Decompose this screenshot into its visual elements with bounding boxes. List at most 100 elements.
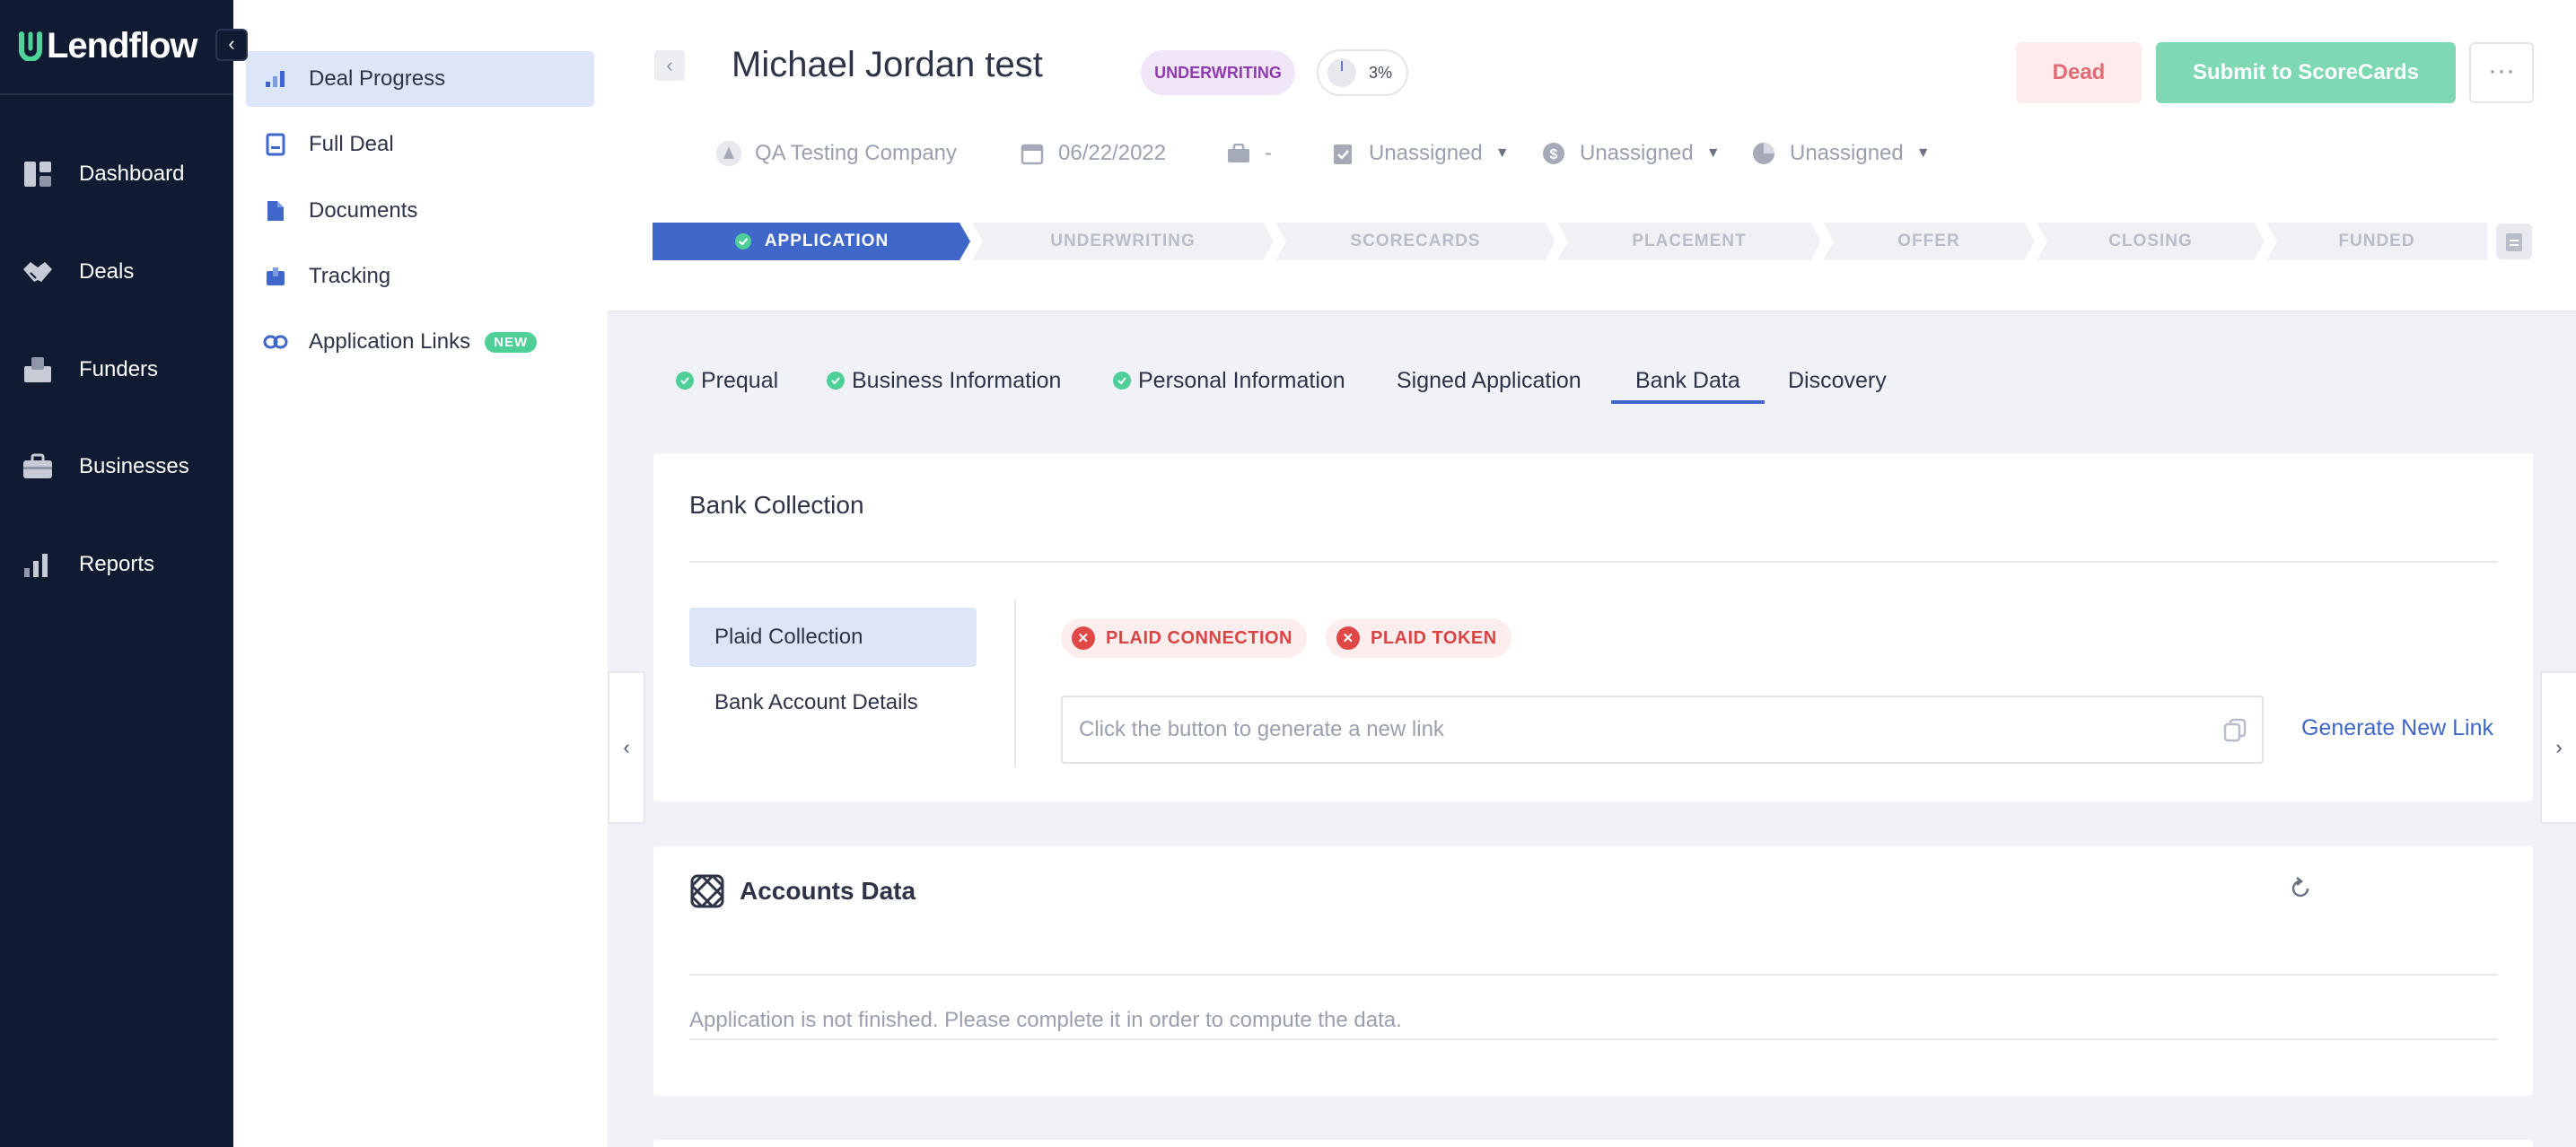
chevron-right-icon: › xyxy=(2555,736,2563,758)
subnav-item-tracking[interactable]: Tracking xyxy=(246,249,594,304)
divider xyxy=(689,561,2497,563)
tab-label: Prequal xyxy=(701,367,779,393)
subnav-item-label: Full Deal xyxy=(309,132,394,156)
nav-item-reports[interactable]: Reports xyxy=(0,538,233,591)
tab-label: Discovery xyxy=(1788,367,1887,393)
page-title: Michael Jordan test xyxy=(732,45,1043,84)
copy-icon[interactable] xyxy=(2222,717,2247,742)
tab-prequal[interactable]: Prequal xyxy=(676,355,778,406)
tab-business-information[interactable]: Business Information xyxy=(827,355,1061,406)
new-badge: NEW xyxy=(485,331,538,353)
assignee-dropdown-1[interactable]: Unassigned ▼ xyxy=(1329,135,1510,172)
funders-icon xyxy=(20,352,56,388)
plaid-connection-status-badge: ✕ PLAID CONNECTION xyxy=(1061,618,1307,658)
lendflow-logo[interactable]: Lendflow xyxy=(18,25,198,66)
briefcase-icon xyxy=(1225,140,1252,167)
next-card-edge xyxy=(653,1140,2533,1147)
nav-item-dashboard[interactable]: Dashboard xyxy=(0,147,233,201)
subnav-item-documents[interactable]: Documents xyxy=(246,183,594,239)
assignee-dropdown-3[interactable]: Unassigned ▼ xyxy=(1750,135,1931,172)
subnav-item-label: Documents xyxy=(309,198,418,223)
link-icon xyxy=(262,328,289,355)
step-scorecards[interactable]: SCORECARDS xyxy=(1275,223,1555,260)
nav-item-label: Dashboard xyxy=(79,162,185,186)
tab-personal-information[interactable]: Personal Information xyxy=(1113,355,1345,406)
brand-name: Lendflow xyxy=(47,25,198,66)
step-label: SCORECARDS xyxy=(1350,232,1481,250)
empty-state-message: Application is not finished. Please comp… xyxy=(689,1008,1402,1032)
assignee-value: Unassigned xyxy=(1580,141,1694,165)
step-closing[interactable]: CLOSING xyxy=(2037,223,2265,260)
tab-discovery[interactable]: Discovery xyxy=(1788,355,1887,406)
assignee-value: Unassigned xyxy=(1369,141,1483,165)
inbox-icon xyxy=(262,263,289,290)
bank-collection-title: Bank Collection xyxy=(689,491,864,519)
back-button[interactable]: ‹ xyxy=(654,50,685,81)
next-section-button[interactable]: › xyxy=(2540,671,2576,824)
deal-subnav: Deal Progress Full Deal Documents Tracki… xyxy=(233,0,608,1147)
status-label: PLAID TOKEN xyxy=(1371,627,1497,648)
dollar-circle-icon: $ xyxy=(1540,140,1567,167)
previous-section-button[interactable]: ‹ xyxy=(608,671,645,824)
submit-to-scorecards-button[interactable]: Submit to ScoreCards xyxy=(2156,42,2456,103)
plaid-token-status-badge: ✕ PLAID TOKEN xyxy=(1326,618,1511,658)
stage-badge: UNDERWRITING xyxy=(1141,50,1295,95)
dashboard-icon xyxy=(20,156,56,192)
deal-header: ‹ Michael Jordan test UNDERWRITING 3% De… xyxy=(608,0,2576,312)
divider xyxy=(1014,599,1016,767)
deal-date: 06/22/2022 xyxy=(1058,141,1167,165)
subnav-item-deal-progress[interactable]: Deal Progress xyxy=(246,51,594,107)
svg-text:$: $ xyxy=(1550,147,1558,162)
tab-label: Signed Application xyxy=(1397,367,1582,393)
subnav-item-application-links[interactable]: Application Links NEW xyxy=(246,314,594,370)
refresh-icon[interactable] xyxy=(2287,875,2314,902)
clipboard-check-icon xyxy=(1329,140,1356,167)
chevron-left-icon: ‹ xyxy=(228,32,235,55)
assignee-value: Unassigned xyxy=(1790,141,1904,165)
collapse-sidebar-button[interactable]: ‹ xyxy=(215,29,248,61)
nav-item-label: Deals xyxy=(79,259,135,284)
nav-item-deals[interactable]: Deals xyxy=(0,245,233,299)
tab-bank-data[interactable]: Bank Data xyxy=(1635,355,1740,406)
bank-collection-card: Bank Collection Plaid Collection Bank Ac… xyxy=(653,453,2533,801)
chevron-left-icon: ‹ xyxy=(666,54,673,76)
progress-ring-icon xyxy=(1327,58,1356,87)
divider xyxy=(689,1038,2497,1040)
logo-mark-icon xyxy=(19,31,42,61)
industry-value: - xyxy=(1265,141,1272,165)
stage-notes-button[interactable] xyxy=(2496,223,2532,259)
generate-new-link-button[interactable]: Generate New Link xyxy=(2301,715,2493,741)
nav-item-funders[interactable]: Funders xyxy=(0,343,233,397)
date-meta: 06/22/2022 xyxy=(1019,135,1166,172)
caret-down-icon: ▼ xyxy=(1915,145,1931,161)
tab-label: Business Information xyxy=(852,367,1062,393)
assignee-dropdown-2[interactable]: $ Unassigned ▼ xyxy=(1540,135,1721,172)
step-placement[interactable]: PLACEMENT xyxy=(1557,223,1821,260)
error-x-icon: ✕ xyxy=(1336,626,1360,650)
step-funded[interactable]: FUNDED xyxy=(2266,223,2487,260)
main-navigation: Lendflow Dashboard Deals Funders Busines… xyxy=(0,0,233,1147)
calendar-icon xyxy=(1019,140,1046,167)
generated-link-field[interactable]: Click the button to generate a new link xyxy=(1061,696,2264,764)
menu-bank-account-details[interactable]: Bank Account Details xyxy=(689,673,977,732)
tab-signed-application[interactable]: Signed Application xyxy=(1397,355,1582,406)
step-application[interactable]: APPLICATION xyxy=(653,223,970,260)
menu-plaid-collection[interactable]: Plaid Collection xyxy=(689,608,977,667)
nav-item-label: Businesses xyxy=(79,454,189,478)
tab-label: Bank Data xyxy=(1635,367,1740,393)
bar-chart-icon xyxy=(262,66,289,92)
step-label: OFFER xyxy=(1897,232,1960,250)
subnav-item-label: Tracking xyxy=(309,264,391,288)
file-icon xyxy=(262,197,289,224)
more-actions-button[interactable]: ··· xyxy=(2469,42,2534,103)
accounts-data-title: Accounts Data xyxy=(740,877,916,905)
step-underwriting[interactable]: UNDERWRITING xyxy=(972,223,1274,260)
link-placeholder: Click the button to generate a new link xyxy=(1079,717,1444,741)
step-offer[interactable]: OFFER xyxy=(1823,223,2035,260)
divider xyxy=(689,974,2497,976)
subnav-item-full-deal[interactable]: Full Deal xyxy=(246,117,594,172)
mark-dead-button[interactable]: Dead xyxy=(2016,42,2142,103)
company-meta[interactable]: QA Testing Company xyxy=(715,135,957,172)
nav-item-businesses[interactable]: Businesses xyxy=(0,440,233,494)
company-avatar-icon xyxy=(715,140,742,167)
